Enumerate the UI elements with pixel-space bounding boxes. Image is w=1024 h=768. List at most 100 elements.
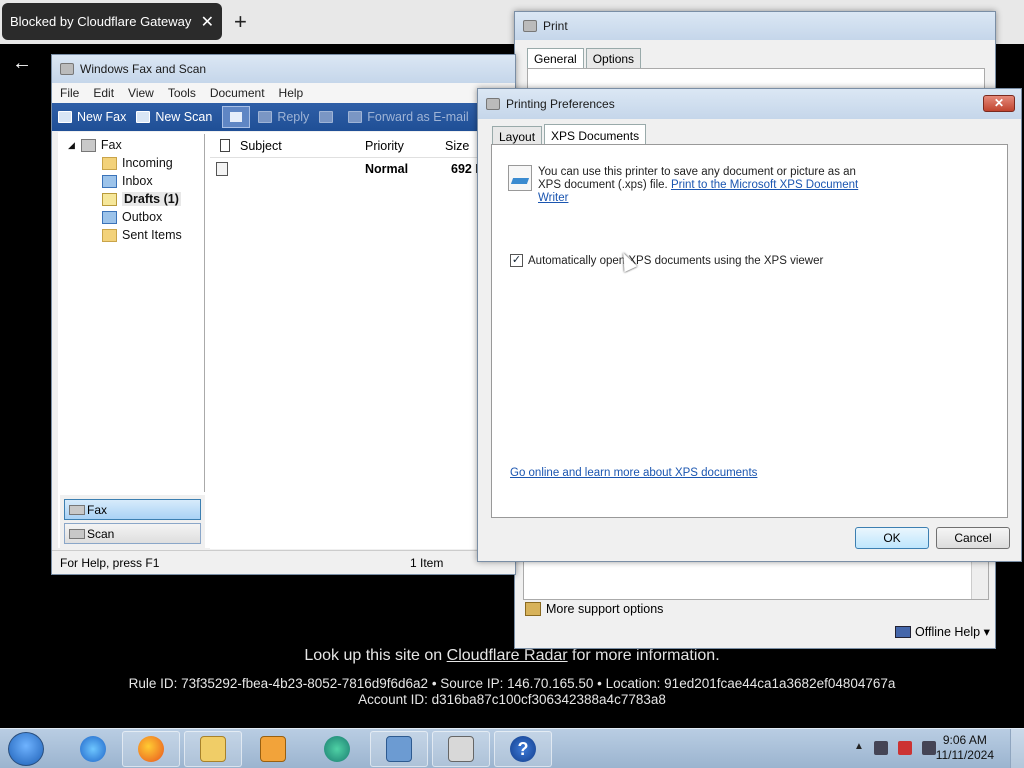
forward-button[interactable]: Forward as E-mail — [348, 110, 469, 124]
fax-nav-label: Fax — [87, 502, 108, 517]
prefs-titlebar[interactable]: Printing Preferences — [478, 89, 1021, 119]
forward-label: Forward as E-mail — [367, 110, 469, 124]
tree-item-outbox[interactable]: Outbox — [102, 210, 162, 224]
clock-date: 11/11/2024 — [935, 748, 994, 762]
offline-help-button[interactable]: Offline Help ▾ — [895, 624, 990, 639]
tree-item-incoming[interactable]: Incoming — [102, 156, 173, 170]
fax-message-list: Subject Priority Size Normal 692 K — [210, 134, 515, 549]
document-icon — [220, 139, 230, 152]
collapse-icon[interactable]: ◢ — [68, 140, 75, 151]
taskbar-file-explorer[interactable] — [184, 731, 242, 767]
cancel-button[interactable]: Cancel — [936, 527, 1010, 549]
more-support-options[interactable]: More support options — [525, 602, 663, 616]
start-button[interactable] — [8, 732, 44, 766]
tray-icons: ▲ — [854, 741, 936, 755]
tab-options[interactable]: Options — [585, 48, 642, 69]
reply-label: Reply — [277, 110, 310, 124]
new-fax-button[interactable]: New Fax — [58, 110, 126, 124]
status-count: 1 Item — [410, 555, 444, 570]
tab-general[interactable]: General — [527, 48, 584, 69]
taskbar-fax-scan[interactable] — [432, 731, 490, 767]
show-hidden-icons-icon[interactable]: ▲ — [854, 741, 864, 755]
learn-more-link[interactable]: Go online and learn more about XPS docum… — [510, 467, 757, 479]
taskbar-internet-explorer[interactable] — [64, 731, 122, 767]
status-help: For Help, press F1 — [60, 555, 160, 570]
table-row[interactable]: Normal 692 K — [210, 160, 515, 178]
fax-app-icon — [60, 63, 74, 75]
menu-document[interactable]: Document — [210, 86, 265, 100]
browser-tab[interactable]: Blocked by Cloudflare Gateway ✕ — [2, 3, 222, 40]
show-desktop-button[interactable] — [1010, 729, 1024, 768]
view-pane-button[interactable] — [222, 106, 251, 128]
chevron-down-icon: ▾ — [980, 625, 990, 639]
menu-file[interactable]: File — [60, 86, 79, 100]
tree-item-drafts[interactable]: Drafts (1) — [102, 192, 181, 206]
new-fax-icon — [58, 111, 72, 123]
row-priority: Normal — [365, 162, 409, 176]
fax-titlebar[interactable]: Windows Fax and Scan — [52, 55, 515, 83]
forward-icon — [348, 111, 363, 123]
ok-button[interactable]: OK — [855, 527, 929, 549]
taskbar-edge[interactable] — [308, 731, 366, 767]
prefs-title: Printing Preferences — [506, 97, 615, 111]
menu-tools[interactable]: Tools — [168, 86, 196, 100]
xps-document-icon — [508, 165, 532, 191]
folder-icon — [200, 736, 226, 762]
fax-document-icon — [216, 162, 228, 176]
new-scan-button[interactable]: New Scan — [136, 110, 212, 124]
cloudflare-lookup-text: Look up this site on Cloudflare Radar fo… — [0, 647, 1024, 665]
fax-folder-tree: ◢ Fax Incoming Inbox Drafts (1) Outbox S… — [60, 134, 205, 492]
column-priority[interactable]: Priority — [365, 139, 404, 153]
fax-machine-icon — [448, 736, 474, 762]
menu-view[interactable]: View — [128, 86, 154, 100]
close-icon[interactable]: ✕ — [983, 95, 1015, 112]
new-scan-label: New Scan — [155, 110, 213, 124]
clock-time: 9:06 AM — [942, 733, 987, 747]
list-header: Subject Priority Size — [210, 134, 515, 158]
view-pane-icon — [230, 112, 243, 122]
lookup-prefix: Look up this site on — [304, 647, 447, 664]
tree-label: Inbox — [122, 174, 153, 188]
taskbar-remote-desktop[interactable] — [370, 731, 428, 767]
taskbar-media-player[interactable] — [244, 731, 302, 767]
network-icon[interactable] — [873, 741, 888, 755]
taskbar-help[interactable]: ? — [494, 731, 552, 767]
fax-nav-button[interactable]: Fax — [64, 499, 201, 520]
taskbar-firefox[interactable] — [122, 731, 180, 767]
fax-body: ◢ Fax Incoming Inbox Drafts (1) Outbox S… — [58, 132, 515, 549]
outbox-icon — [102, 210, 117, 224]
action-center-flag-icon[interactable] — [921, 741, 936, 755]
tree-root-fax[interactable]: ◢ Fax — [68, 138, 122, 152]
tree-item-inbox[interactable]: Inbox — [102, 174, 153, 188]
auto-open-checkbox[interactable]: ✓ — [510, 254, 523, 267]
xps-documents-panel: You can use this printer to save any doc… — [491, 144, 1008, 518]
clock[interactable]: 9:06 AM 11/11/2024 — [936, 733, 994, 763]
fax-machine-icon — [80, 138, 96, 152]
support-label: More support options — [546, 602, 664, 616]
print-icon — [319, 111, 334, 123]
volume-muted-icon[interactable] — [897, 741, 912, 755]
firefox-icon — [138, 736, 164, 762]
back-arrow-icon[interactable]: ← — [12, 52, 32, 75]
scan-nav-button[interactable]: Scan — [64, 523, 201, 544]
column-subject[interactable]: Subject — [240, 139, 282, 153]
reply-icon — [258, 111, 273, 123]
print-button[interactable] — [319, 111, 338, 123]
reply-button[interactable]: Reply — [258, 110, 309, 124]
cloudflare-radar-link[interactable]: Cloudflare Radar — [447, 647, 568, 664]
menu-help[interactable]: Help — [279, 86, 304, 100]
print-titlebar[interactable]: Print — [515, 12, 995, 40]
folder-icon — [102, 228, 117, 242]
tab-close-icon[interactable]: ✕ — [201, 12, 214, 32]
media-player-icon — [260, 736, 286, 762]
printer-icon — [486, 98, 500, 110]
remote-desktop-icon — [386, 736, 412, 762]
new-scan-icon — [136, 111, 151, 123]
auto-open-option[interactable]: ✓ Automatically open XPS documents using… — [510, 254, 823, 267]
edge-icon — [324, 736, 350, 762]
tree-item-sent[interactable]: Sent Items — [102, 228, 182, 242]
fax-nav-buttons: Fax Scan — [60, 495, 205, 549]
menu-edit[interactable]: Edit — [93, 86, 114, 100]
new-tab-button[interactable]: + — [234, 9, 247, 35]
column-size[interactable]: Size — [445, 139, 469, 153]
